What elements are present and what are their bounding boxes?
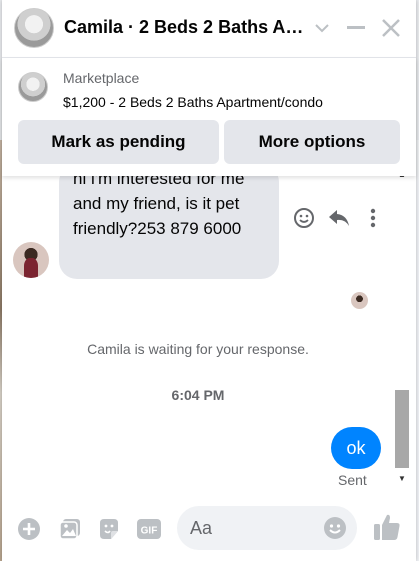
close-icon[interactable] (377, 14, 405, 42)
marketplace-banner: Marketplace $1,200 - 2 Beds 2 Baths Apar… (2, 58, 416, 176)
sent-status: Sent (338, 472, 367, 488)
like-icon[interactable] (372, 512, 402, 542)
more-icon[interactable] (360, 205, 386, 231)
scrollbar-down-arrow[interactable]: ▼ (397, 474, 407, 484)
chevron-down-icon[interactable] (308, 14, 336, 42)
plus-icon[interactable] (16, 516, 42, 542)
chat-header[interactable]: Camila · 2 Beds 2 Baths Ap... (2, 0, 416, 58)
photo-icon[interactable] (57, 516, 83, 542)
outgoing-message-text: ok (346, 437, 366, 458)
seen-avatar (351, 292, 368, 309)
avatar[interactable] (14, 8, 54, 48)
outgoing-message-bubble[interactable]: ok (331, 427, 381, 469)
mark-as-pending-button[interactable]: Mark as pending (18, 120, 219, 164)
timestamp: 6:04 PM (171, 387, 225, 403)
marketplace-label: Marketplace (63, 70, 140, 86)
emoji-icon[interactable] (323, 516, 347, 540)
waiting-notice: Camila is waiting for your response. (87, 341, 309, 357)
sticker-icon[interactable] (96, 516, 122, 542)
chat-window: Camila · 2 Beds 2 Baths Ap... Marketplac… (2, 0, 416, 561)
gif-icon[interactable]: GIF (136, 516, 162, 542)
scrollbar-thumb[interactable] (395, 390, 409, 468)
more-options-button[interactable]: More options (224, 120, 400, 164)
chat-title[interactable]: Camila · 2 Beds 2 Baths Ap... (64, 17, 309, 38)
message-input-placeholder: Aa (190, 518, 213, 538)
listing-title[interactable]: $1,200 - 2 Beds 2 Baths Apartment/condo (63, 94, 323, 110)
listing-thumbnail[interactable] (18, 72, 48, 102)
incoming-message-text: hi i'm interested for me and my friend, … (73, 169, 245, 238)
minimize-icon[interactable] (342, 14, 370, 42)
svg-text:GIF: GIF (141, 526, 158, 537)
incoming-message-bubble[interactable]: hi i'm interested for me and my friend, … (59, 164, 279, 279)
sender-avatar[interactable] (13, 242, 49, 278)
smile-icon[interactable] (291, 205, 317, 231)
reply-icon[interactable] (326, 205, 352, 231)
